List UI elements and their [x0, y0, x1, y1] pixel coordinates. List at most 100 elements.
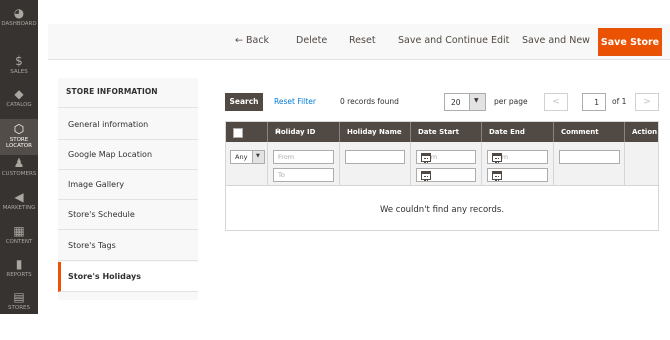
nav-item-marketing[interactable]: ◀ MARKETING [0, 191, 38, 221]
tab-image-gallery[interactable]: Image Gallery [58, 170, 198, 200]
nav-label: SALES [10, 69, 28, 75]
nav-item-store-locator[interactable]: ⬡ STORE LOCATOR [0, 119, 38, 155]
store-icon: ▤ [13, 290, 25, 304]
reset-button[interactable]: Reset [349, 35, 376, 46]
tab-general-information[interactable]: General information [58, 110, 198, 140]
chevron-down-icon: ▼ [252, 151, 264, 163]
column-header-comment[interactable]: Comment [554, 122, 625, 142]
nav-label: MARKETING [2, 205, 36, 211]
page: ◕ DASHBOARD $ SALES ◆ CATALOG ⬡ STORE LO… [0, 0, 670, 340]
calendar-icon[interactable] [421, 171, 431, 181]
filter-cell-select: Any ▼ [226, 142, 268, 186]
holiday-id-from-input[interactable]: From [273, 150, 334, 164]
previous-page-button[interactable]: < [544, 93, 568, 111]
date-end-to-input[interactable]: To [487, 168, 548, 182]
filter-cell-action [625, 142, 658, 186]
save-store-button[interactable]: Save Store [598, 28, 662, 56]
page-actions-bar: ← Back Delete Reset Save and Continue Ed… [48, 24, 670, 60]
filter-row: Any ▼ From To From [226, 142, 658, 186]
tab-label: Image Gallery [68, 180, 125, 189]
column-title: Holiday Name [347, 128, 402, 136]
dollar-icon: $ [15, 54, 23, 68]
date-start-to-input[interactable]: To [416, 168, 476, 182]
filter-cell-holiday-id: From To [268, 142, 340, 186]
per-page-value: 20 [451, 98, 461, 107]
admin-sidebar: ◕ DASHBOARD $ SALES ◆ CATALOG ⬡ STORE LO… [0, 0, 38, 314]
per-page-dropdown-toggle[interactable]: ▼ [469, 94, 485, 110]
cube-icon: ◆ [14, 87, 24, 101]
per-page-label: per page [494, 97, 528, 106]
nav-label: STORE LOCATOR [6, 137, 32, 149]
search-button[interactable]: Search [225, 93, 263, 111]
per-page-select[interactable]: 20 ▼ [444, 93, 486, 111]
nav-label: CATALOG [6, 102, 32, 108]
nav-item-reports[interactable]: ▮ REPORTS [0, 258, 38, 288]
placeholder: To [278, 171, 285, 179]
page-number-value: 1 [594, 98, 599, 107]
nav-label: STORES [8, 305, 30, 311]
calendar-icon[interactable] [492, 171, 502, 181]
column-header-holiday-name[interactable]: Holiday Name [340, 122, 411, 142]
save-and-new-button[interactable]: Save and New [522, 35, 590, 46]
tab-google-map-location[interactable]: Google Map Location [58, 140, 198, 170]
nav-item-stores[interactable]: ▤ STORES [0, 291, 38, 313]
date-start-from-input[interactable]: From [416, 150, 476, 164]
tab-label: Store's Schedule [68, 210, 135, 219]
content-icon: ▦ [13, 224, 25, 238]
nav-item-sales[interactable]: $ SALES [0, 55, 38, 85]
column-title: Date End [489, 128, 525, 136]
holiday-name-input[interactable] [345, 150, 405, 164]
panel-title: STORE INFORMATION [66, 87, 158, 96]
column-title: Date Start [418, 128, 459, 136]
mass-select-dropdown[interactable]: Any ▼ [230, 150, 265, 164]
empty-grid-message: We couldn't find any records. [379, 205, 505, 215]
column-header-date-start[interactable]: Date Start [411, 122, 482, 142]
chevron-down-icon: ▼ [474, 97, 479, 104]
reset-filter-link[interactable]: Reset Filter [274, 97, 316, 106]
person-icon: ♟ [13, 156, 25, 170]
nav-label: DASHBOARD [1, 21, 37, 27]
filter-cell-date-end: From To [482, 142, 554, 186]
store-information-heading: STORE INFORMATION [58, 78, 198, 108]
column-header-holiday-id[interactable]: Holiday ID ↓ [268, 122, 340, 142]
megaphone-icon: ◀ [14, 190, 24, 204]
nav-label: REPORTS [6, 272, 32, 278]
nav-item-catalog[interactable]: ◆ CATALOG [0, 88, 38, 118]
mass-select-value: Any [235, 153, 248, 161]
nav-item-customers[interactable]: ♟ CUSTOMERS [0, 157, 38, 187]
bar-chart-icon: ▮ [15, 257, 23, 271]
next-page-button[interactable]: > [635, 93, 659, 111]
hexagon-icon: ⬡ [13, 122, 25, 136]
filter-cell-holiday-name [340, 142, 411, 186]
filter-cell-date-start: From To [411, 142, 482, 186]
nav-item-content[interactable]: ▦ CONTENT [0, 225, 38, 255]
calendar-icon[interactable] [492, 153, 502, 163]
delete-button[interactable]: Delete [296, 35, 327, 46]
nav-item-dashboard[interactable]: ◕ DASHBOARD [0, 4, 38, 34]
page-number-input[interactable]: 1 [582, 93, 606, 111]
comment-input[interactable] [559, 150, 620, 164]
placeholder: From [278, 153, 295, 161]
tab-store-tags[interactable]: Store's Tags [58, 231, 198, 261]
filter-cell-comment [554, 142, 625, 186]
tab-store-holidays[interactable]: Store's Holidays [58, 262, 198, 292]
tab-store-schedule[interactable]: Store's Schedule [58, 200, 198, 230]
tab-label: General information [68, 120, 149, 129]
column-title: Comment [561, 128, 599, 136]
sort-arrow-icon: ↓ [275, 127, 281, 135]
save-and-continue-button[interactable]: Save and Continue Edit [398, 35, 509, 46]
holidays-grid: Holiday ID ↓ Holiday Name Date Start Dat… [225, 121, 659, 231]
select-all-checkbox[interactable] [233, 128, 243, 138]
date-end-from-input[interactable]: From [487, 150, 548, 164]
column-header-action: Action [625, 122, 658, 142]
nav-label: CUSTOMERS [1, 171, 37, 177]
column-header-date-end[interactable]: Date End [482, 122, 554, 142]
calendar-icon[interactable] [421, 153, 431, 163]
dashboard-icon: ◕ [13, 6, 25, 20]
records-count: 0 records found [340, 97, 399, 106]
nav-label: CONTENT [5, 239, 33, 245]
column-header-select[interactable] [226, 122, 268, 142]
back-button[interactable]: ← Back [235, 35, 269, 46]
holiday-id-to-input[interactable]: To [273, 168, 334, 182]
page-total: of 1 [612, 97, 627, 106]
